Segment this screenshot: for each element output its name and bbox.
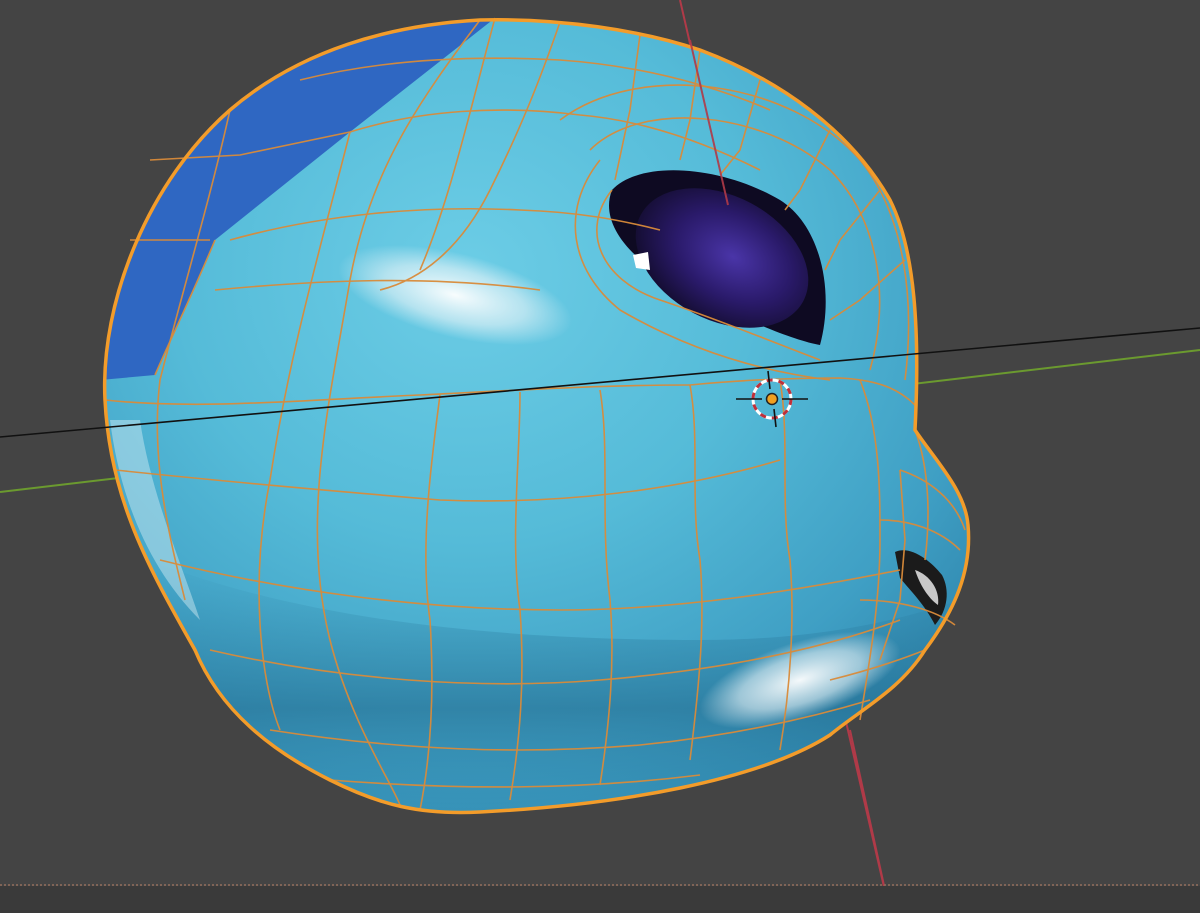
head-mesh[interactable] xyxy=(100,10,971,830)
3d-viewport[interactable] xyxy=(0,0,1200,913)
object-origin xyxy=(765,392,779,406)
viewport-canvas[interactable] xyxy=(0,0,1200,913)
bottom-panel-strip xyxy=(0,886,1200,913)
